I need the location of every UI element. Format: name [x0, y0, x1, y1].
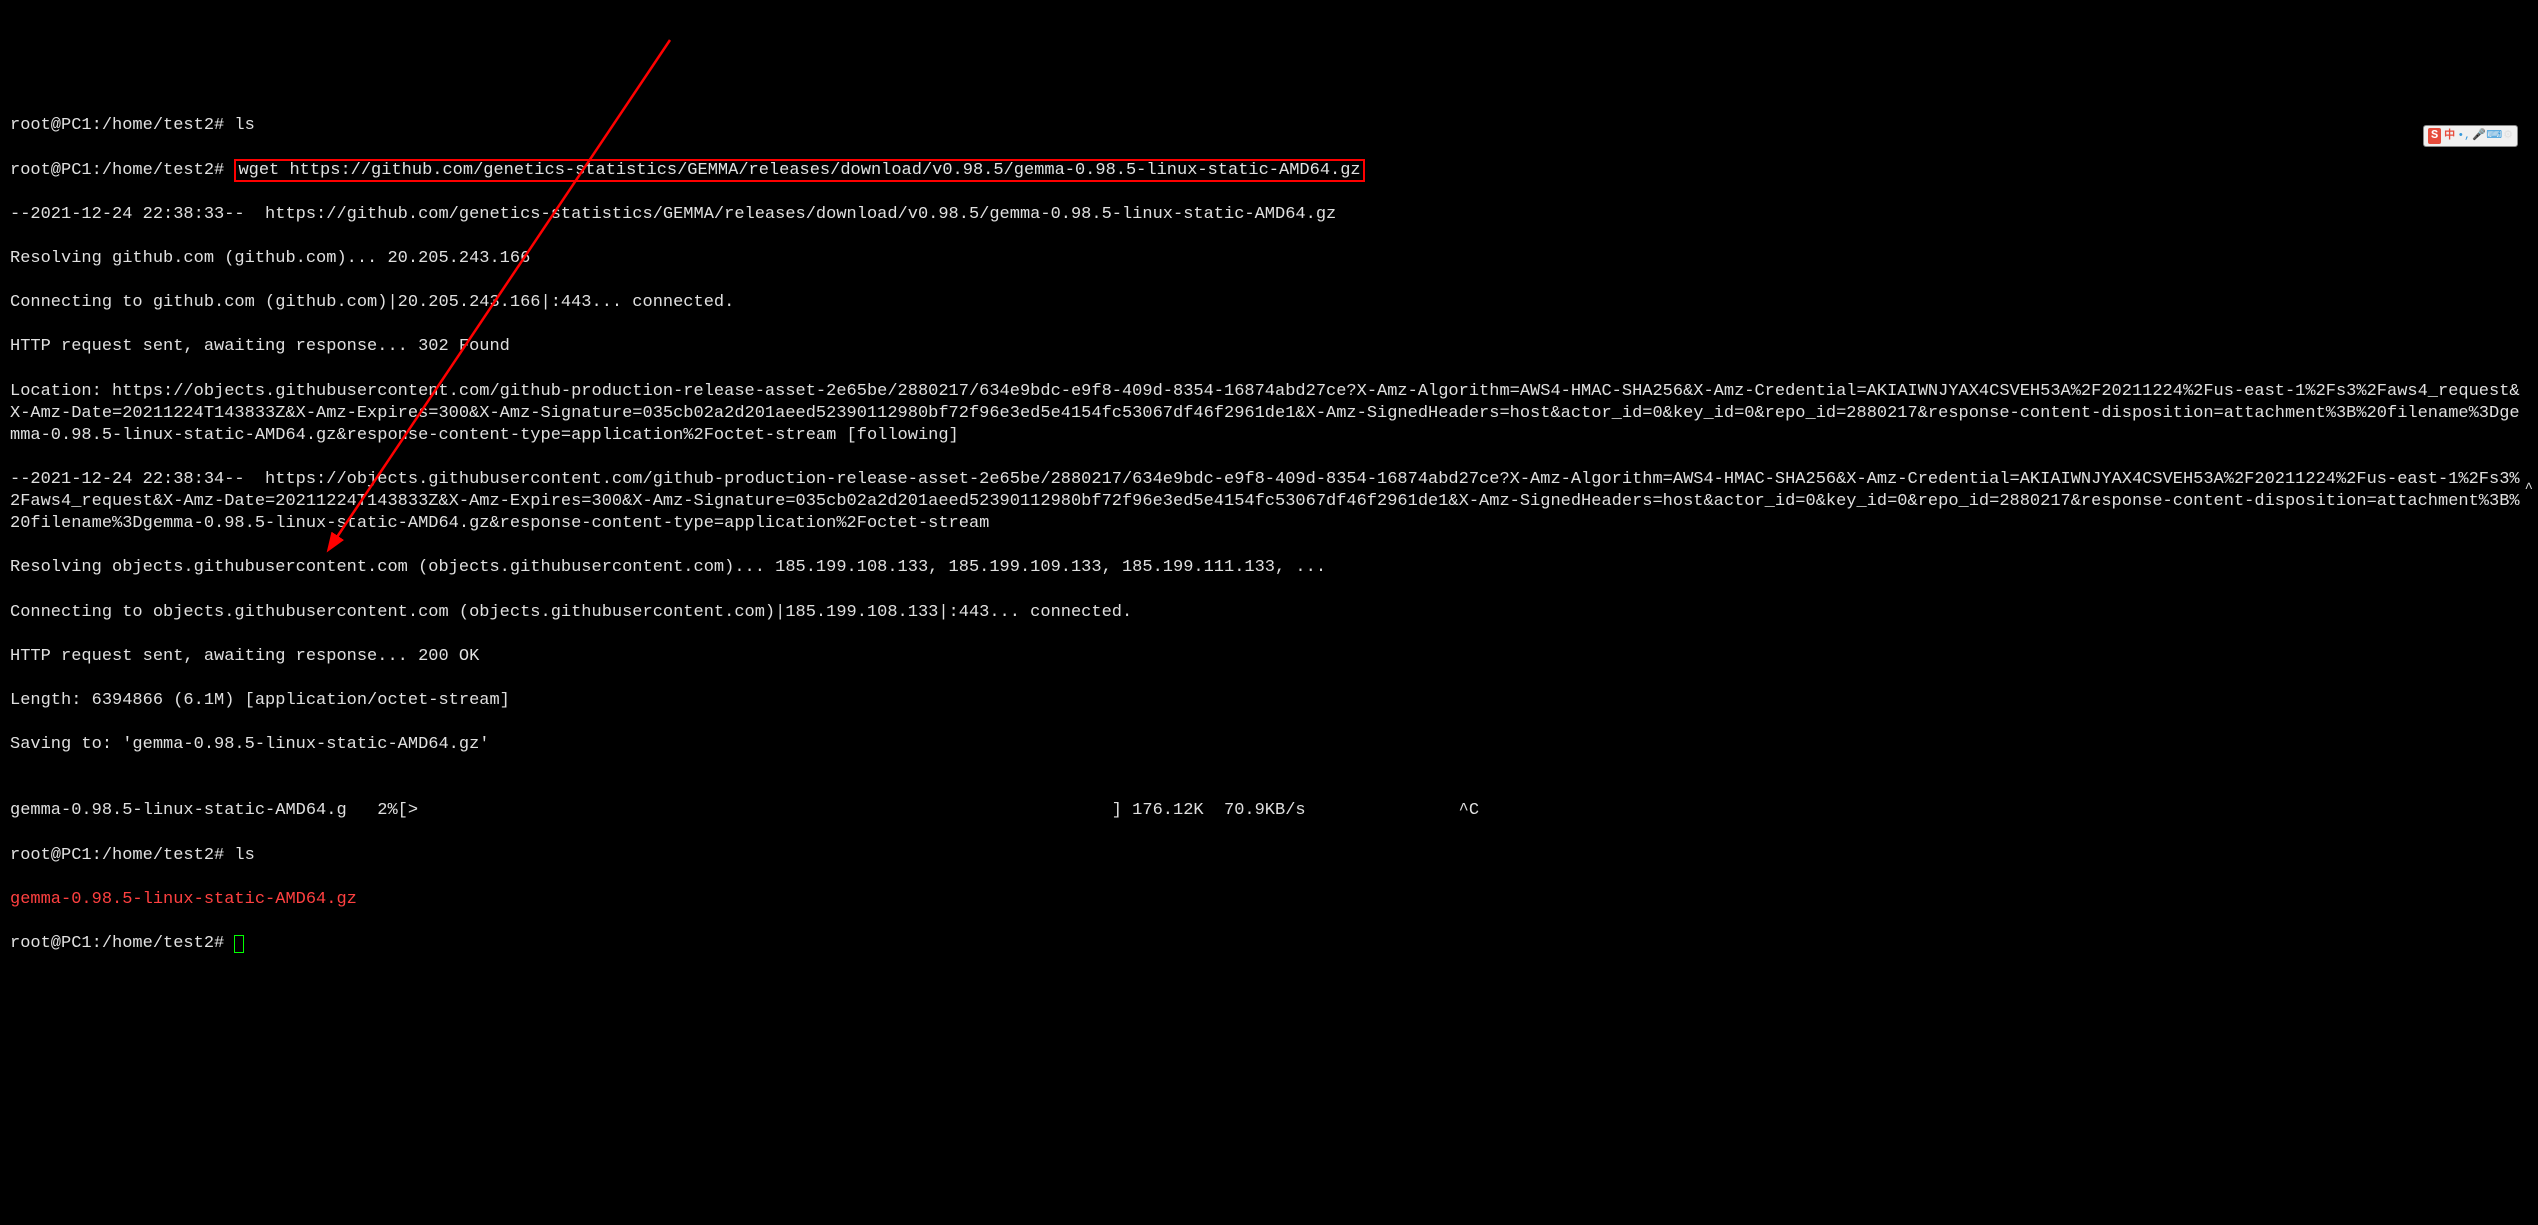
terminal-line: --2021-12-24 22:38:33-- https://github.c… — [10, 204, 2528, 226]
cursor-icon — [234, 935, 244, 953]
ime-language-icon[interactable]: 中 — [2444, 129, 2455, 143]
shell-prompt: root@PC1:/home/test2# — [10, 934, 234, 953]
ime-settings-icon[interactable]: ⚙ — [2503, 130, 2513, 142]
ime-keyboard-icon[interactable]: ⌨ — [2488, 130, 2500, 142]
terminal-line: root@PC1:/home/test2# ls — [10, 115, 2528, 137]
downloaded-file: gemma-0.98.5-linux-static-AMD64.gz — [10, 889, 2528, 911]
highlighted-command: wget https://github.com/genetics-statist… — [234, 159, 1364, 182]
terminal-line: Length: 6394866 (6.1M) [application/octe… — [10, 690, 2528, 712]
terminal-line: Resolving github.com (github.com)... 20.… — [10, 248, 2528, 270]
terminal-line: --2021-12-24 22:38:34-- https://objects.… — [10, 469, 2528, 535]
shell-prompt: root@PC1:/home/test2# — [10, 161, 234, 180]
terminal-line: root@PC1:/home/test2# — [10, 933, 2528, 955]
ime-punct-icon[interactable]: •, — [2458, 130, 2470, 142]
terminal-line: HTTP request sent, awaiting response... … — [10, 646, 2528, 668]
terminal-line: Connecting to github.com (github.com)|20… — [10, 292, 2528, 314]
terminal-line: HTTP request sent, awaiting response... … — [10, 336, 2528, 358]
terminal-line: root@PC1:/home/test2# wget https://githu… — [10, 160, 2528, 182]
ime-input-icon[interactable]: 🎤 — [2473, 130, 2485, 142]
terminal-line: gemma-0.98.5-linux-static-AMD64.g 2%[> ]… — [10, 800, 2528, 822]
ime-logo-icon: S — [2428, 128, 2441, 144]
terminal-line: Resolving objects.githubusercontent.com … — [10, 557, 2528, 579]
terminal-line: Saving to: 'gemma-0.98.5-linux-static-AM… — [10, 734, 2528, 756]
scroll-up-icon[interactable]: ^ — [2525, 480, 2533, 498]
terminal-output[interactable]: root@PC1:/home/test2# ls root@PC1:/home/… — [10, 93, 2528, 977]
terminal-line: root@PC1:/home/test2# ls — [10, 845, 2528, 867]
terminal-line: Connecting to objects.githubusercontent.… — [10, 602, 2528, 624]
terminal-line: Location: https://objects.githubusercont… — [10, 381, 2528, 447]
ime-language-bar[interactable]: S 中 •, 🎤 ⌨ ⚙ — [2423, 125, 2518, 147]
